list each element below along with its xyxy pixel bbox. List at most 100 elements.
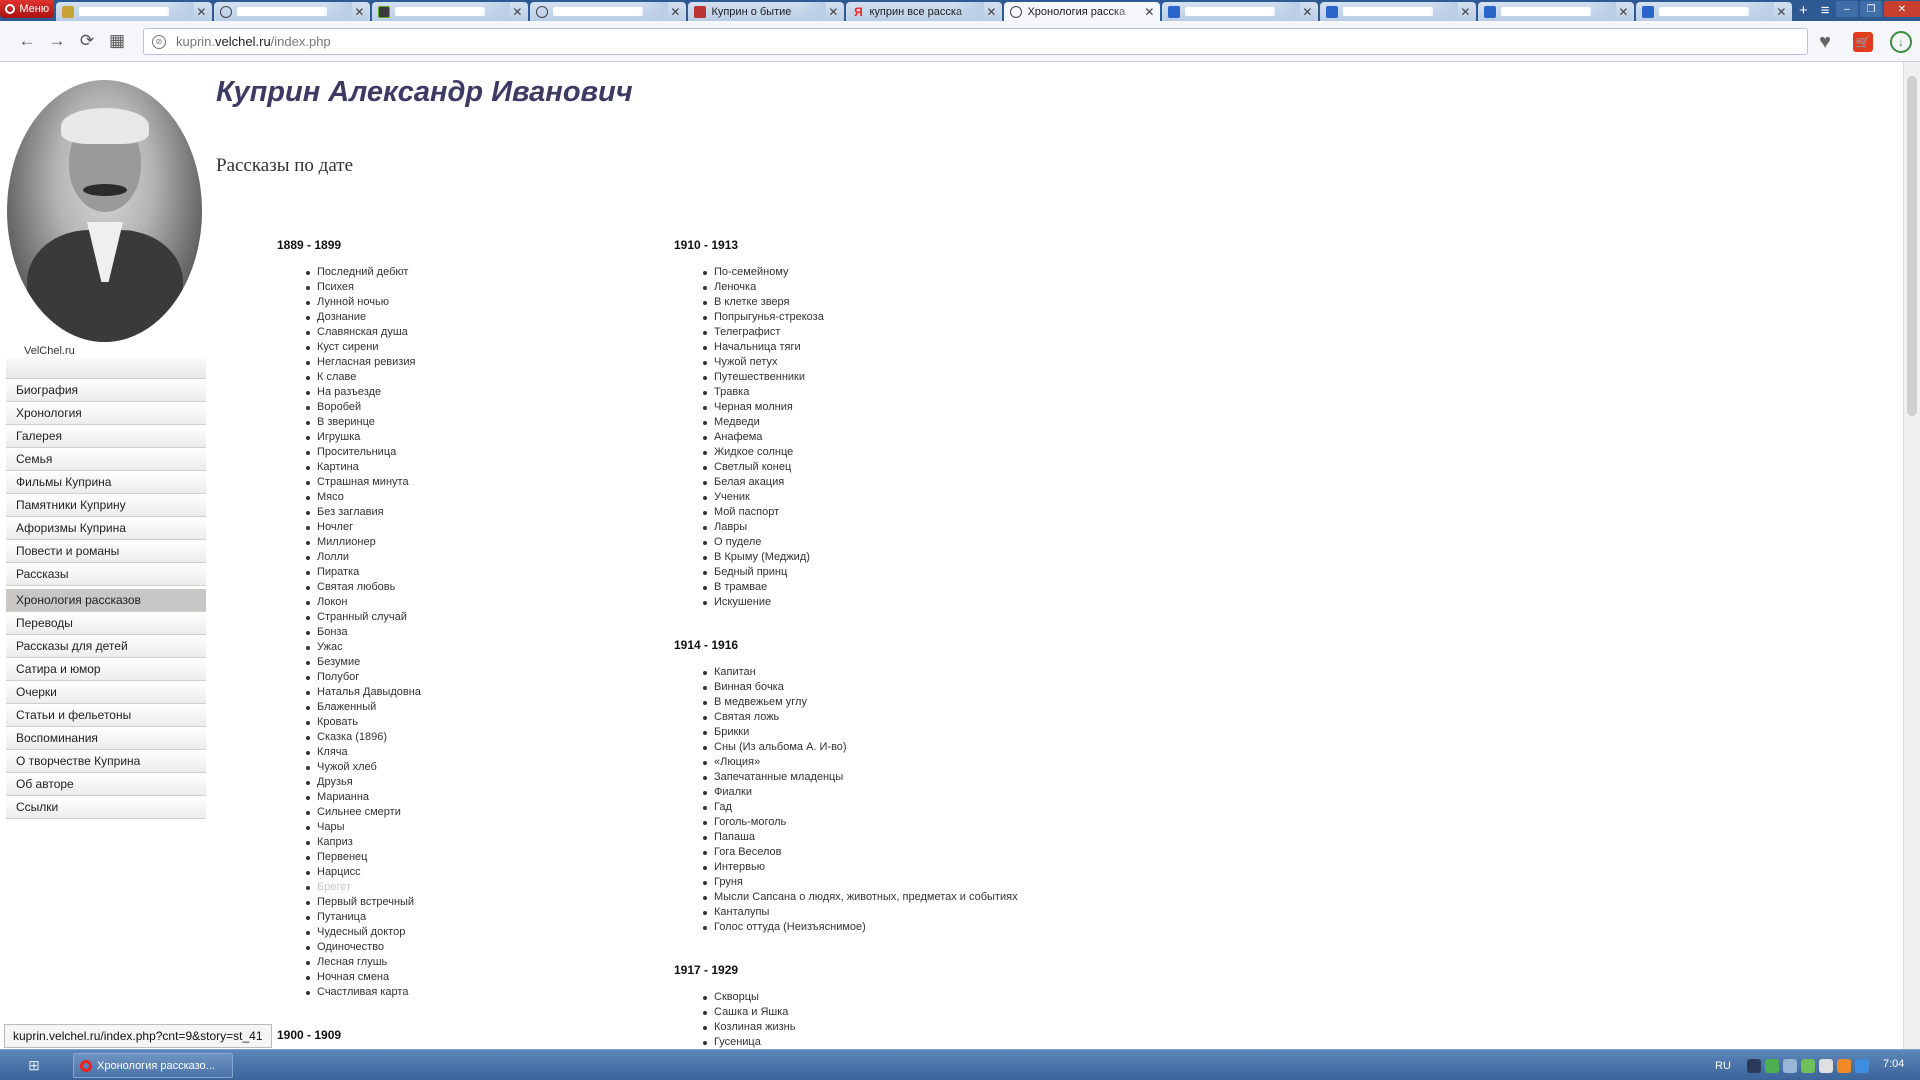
tray-avast-icon[interactable] [1836, 1058, 1851, 1073]
story-link[interactable]: Наталья Давыдовна [306, 685, 657, 700]
story-link[interactable]: Бонза [306, 625, 657, 640]
close-tab-icon[interactable]: ✕ [986, 5, 996, 19]
sidebar-menu-item[interactable]: Статьи и фельетоны [6, 704, 206, 727]
story-link[interactable]: Белая акация [703, 475, 1054, 490]
story-link[interactable]: Лесная глушь [306, 955, 657, 970]
story-link[interactable]: Ночная смена [306, 970, 657, 985]
browser-tab[interactable]: ✕ [530, 2, 687, 21]
story-link[interactable]: Воробей [306, 400, 657, 415]
story-link[interactable]: Странный случай [306, 610, 657, 625]
shopping-cart-icon[interactable]: 🛒 [1853, 32, 1873, 52]
close-tab-icon[interactable]: ✕ [828, 5, 838, 19]
story-link[interactable]: Ужас [306, 640, 657, 655]
browser-menu-button[interactable]: Меню [0, 0, 55, 18]
sidebar-menu-item[interactable]: Афоризмы Куприна [6, 517, 206, 540]
sidebar-menu-item[interactable]: Хронология рассказов [6, 589, 206, 612]
story-link[interactable]: Друзья [306, 775, 657, 790]
story-link[interactable]: Мысли Сапсана о людях, животных, предмет… [703, 890, 1054, 905]
sidebar-menu-item[interactable]: Об авторе [6, 773, 206, 796]
forward-arrow-icon[interactable]: → [42, 26, 72, 56]
browser-tab[interactable]: Хронология расска ✕ [1004, 2, 1161, 21]
story-link[interactable]: Чужой хлеб [306, 760, 657, 775]
sidebar-menu-item[interactable]: Воспоминания [6, 727, 206, 750]
story-link[interactable]: Светлый конец [703, 460, 1054, 475]
story-link[interactable]: Первый встречный [306, 895, 657, 910]
story-link[interactable]: Бедный принц [703, 565, 1054, 580]
close-tab-icon[interactable]: ✕ [512, 5, 522, 19]
story-link[interactable]: Куст сирени [306, 340, 657, 355]
story-link[interactable]: Медведи [703, 415, 1054, 430]
story-link[interactable]: Чужой петух [703, 355, 1054, 370]
scrollbar-thumb[interactable] [1907, 76, 1917, 416]
story-link[interactable]: Негласная ревизия [306, 355, 657, 370]
sidebar-menu-item[interactable]: Галерея [6, 425, 206, 448]
close-tab-icon[interactable]: ✕ [354, 5, 364, 19]
sidebar-menu-item[interactable]: Семья [6, 448, 206, 471]
tray-volume-icon[interactable] [1818, 1058, 1833, 1073]
story-link[interactable]: Мясо [306, 490, 657, 505]
story-link[interactable]: Кляча [306, 745, 657, 760]
browser-tab[interactable]: Якуприн все расска ✕ [846, 2, 1003, 21]
story-link[interactable]: Брикки [703, 725, 1054, 740]
story-link[interactable]: Телеграфист [703, 325, 1054, 340]
story-link[interactable]: Путаница [306, 910, 657, 925]
story-link[interactable]: Последний дебют [306, 265, 657, 280]
story-link[interactable]: Безумие [306, 655, 657, 670]
story-link[interactable]: Запечатанные младенцы [703, 770, 1054, 785]
story-link[interactable]: Козлиная жизнь [703, 1020, 1054, 1035]
story-link[interactable]: Кровать [306, 715, 657, 730]
story-link[interactable]: Травка [703, 385, 1054, 400]
story-link[interactable]: О пуделе [703, 535, 1054, 550]
close-tab-icon[interactable]: ✕ [1302, 5, 1312, 19]
story-link[interactable]: Первенец [306, 850, 657, 865]
address-bar[interactable]: ⊘ kuprin. velchel.ru/index.php [143, 28, 1808, 55]
story-link[interactable]: Сказка (1896) [306, 730, 657, 745]
story-link[interactable]: Чудесный доктор [306, 925, 657, 940]
reload-icon[interactable]: ⟳ [72, 26, 102, 56]
sidebar-menu-item[interactable]: Очерки [6, 681, 206, 704]
new-tab-icon[interactable]: + [1792, 0, 1814, 21]
story-link[interactable]: Счастливая карта [306, 985, 657, 1000]
tray-network-icon[interactable] [1746, 1058, 1761, 1073]
speed-dial-grid-icon[interactable]: ▦ [102, 26, 132, 56]
tray-shield-icon[interactable] [1800, 1058, 1815, 1073]
sidebar-menu-item[interactable]: Ссылки [6, 796, 206, 819]
story-link[interactable]: Искушение [703, 595, 1054, 610]
sidebar-menu-item[interactable]: Переводы [6, 612, 206, 635]
story-link[interactable]: Лолли [306, 550, 657, 565]
story-link[interactable]: Без заглавия [306, 505, 657, 520]
back-arrow-icon[interactable]: ← [12, 26, 42, 56]
close-tab-icon[interactable]: ✕ [196, 5, 206, 19]
story-link[interactable]: Лавры [703, 520, 1054, 535]
story-link[interactable]: Марианна [306, 790, 657, 805]
story-link[interactable]: Гоголь-моголь [703, 815, 1054, 830]
story-link[interactable]: Миллионер [306, 535, 657, 550]
story-link[interactable]: «Люция» [703, 755, 1054, 770]
story-link[interactable]: Святая любовь [306, 580, 657, 595]
browser-tab[interactable]: ✕ [1320, 2, 1477, 21]
story-link[interactable]: Начальница тяги [703, 340, 1054, 355]
story-link[interactable]: В медвежьем углу [703, 695, 1054, 710]
tray-app-icon[interactable] [1782, 1058, 1797, 1073]
story-link[interactable]: Дознание [306, 310, 657, 325]
story-link[interactable]: Папаша [703, 830, 1054, 845]
story-link[interactable]: Мой паспорт [703, 505, 1054, 520]
story-link[interactable]: Скворцы [703, 990, 1054, 1005]
browser-tab[interactable]: ✕ [1478, 2, 1635, 21]
story-link[interactable]: Славянская душа [306, 325, 657, 340]
story-link[interactable]: Одиночество [306, 940, 657, 955]
close-tab-icon[interactable]: ✕ [1460, 5, 1470, 19]
story-link[interactable]: Игрушка [306, 430, 657, 445]
story-link[interactable]: Гусеница [703, 1035, 1054, 1049]
story-link[interactable]: Жидкое солнце [703, 445, 1054, 460]
taskbar-browser-item[interactable]: Хронология рассказо... [73, 1053, 233, 1078]
browser-tab[interactable]: ✕ [1162, 2, 1319, 21]
story-link[interactable]: Анафема [703, 430, 1054, 445]
story-link[interactable]: В зверинце [306, 415, 657, 430]
story-link[interactable]: Святая ложь [703, 710, 1054, 725]
start-windows-icon[interactable]: ⊞ [22, 1055, 46, 1075]
tab-list-icon[interactable]: ≡ [1814, 0, 1836, 21]
story-link[interactable]: Фиалки [703, 785, 1054, 800]
sidebar-menu-item[interactable]: Рассказы для детей [6, 635, 206, 658]
story-link[interactable]: Лунной ночью [306, 295, 657, 310]
